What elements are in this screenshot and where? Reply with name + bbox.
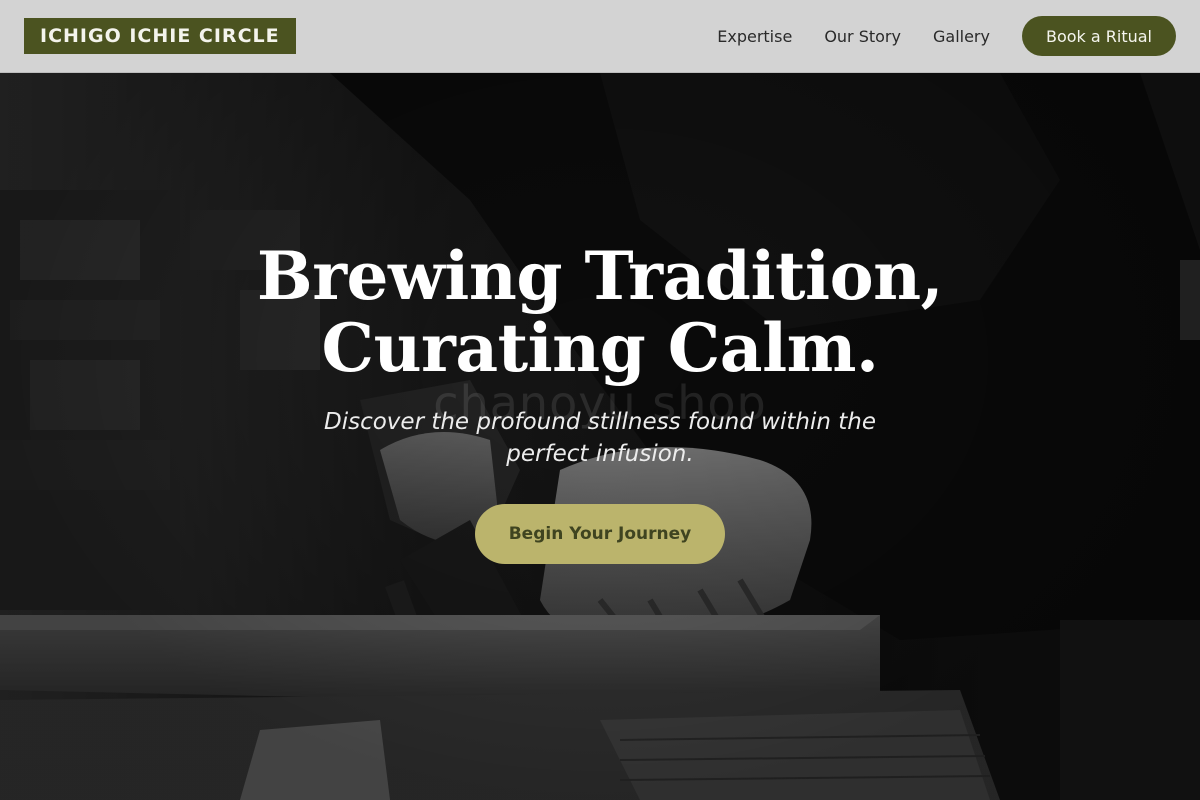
page: ICHIGO ICHIE CIRCLE Expertise Our Story … <box>0 0 1200 800</box>
book-ritual-button[interactable]: Book a Ritual <box>1021 16 1176 56</box>
nav-link-gallery[interactable]: Gallery <box>933 27 990 46</box>
hero-title-line1: Brewing Tradition, <box>256 237 944 315</box>
hero-title-line2: Curating Calm. <box>321 309 879 387</box>
main-nav: Expertise Our Story Gallery Book a Ritua… <box>717 16 1176 56</box>
site-logo[interactable]: ICHIGO ICHIE CIRCLE <box>24 18 296 54</box>
begin-journey-button[interactable]: Begin Your Journey <box>475 504 725 564</box>
nav-link-our-story[interactable]: Our Story <box>824 27 901 46</box>
nav-link-expertise[interactable]: Expertise <box>717 27 792 46</box>
hero-subtitle: Discover the profound stillness found wi… <box>324 409 876 467</box>
hero-title: Brewing Tradition, Curating Calm. <box>0 240 1200 384</box>
site-header: ICHIGO ICHIE CIRCLE Expertise Our Story … <box>0 0 1200 73</box>
hero-content: Brewing Tradition, Curating Calm. Discov… <box>0 240 1200 564</box>
